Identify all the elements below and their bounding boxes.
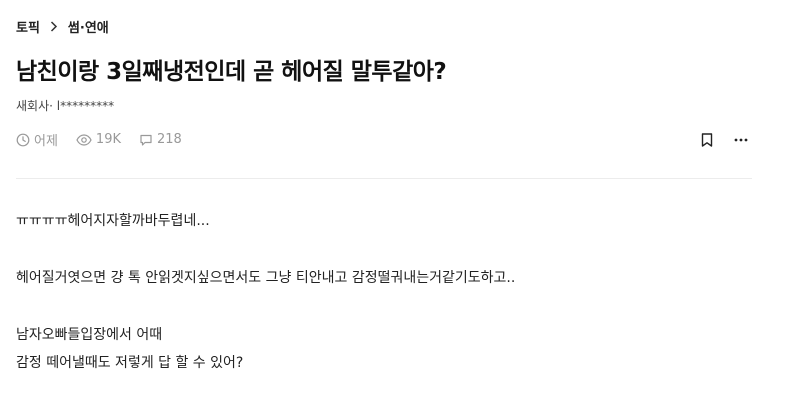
eye-icon <box>76 133 92 146</box>
bookmark-button[interactable] <box>697 130 717 150</box>
chevron-right-icon <box>50 21 58 32</box>
post-author[interactable]: 새회사· l********* <box>16 97 114 114</box>
post-body-line: 남자오빠들입장에서 어때 <box>16 327 163 343</box>
post-title: 남친이랑 3일째냉전인데 곧 헤어질 말투같아? <box>16 59 447 85</box>
clock-icon <box>16 133 30 146</box>
post-comments-count: 218 <box>157 132 182 147</box>
more-options-button[interactable] <box>731 130 751 150</box>
post-date-text: 어제 <box>34 134 58 149</box>
post-body-line: 감정 떼어낼때도 저렇게 답 할 수 있어? <box>16 355 244 371</box>
breadcrumb-category-link[interactable]: 썸·연애 <box>68 17 109 36</box>
post-date: 어제 <box>16 130 58 149</box>
post-meta: 어제 19K 218 <box>16 130 200 149</box>
breadcrumb-topic-link[interactable]: 토픽 <box>16 17 40 36</box>
divider <box>16 178 752 179</box>
comment-bubble-icon <box>140 134 152 146</box>
breadcrumb: 토픽 썸·연애 <box>16 17 109 36</box>
post-views-count: 19K <box>95 132 121 147</box>
bookmark-icon <box>701 133 713 147</box>
post-views: 19K <box>76 132 121 147</box>
post-body-line: 헤어질거엿으면 걍 톡 안읽겟지싶으면서도 그냥 티안내고 감정떨궈내는거같기도… <box>16 270 516 286</box>
post-actions <box>697 130 751 150</box>
post-body-line: ㅠㅠㅠㅠ헤어지자할까바두렵네... <box>16 213 210 229</box>
post-comments[interactable]: 218 <box>139 132 182 147</box>
more-horizontal-icon <box>734 138 748 142</box>
